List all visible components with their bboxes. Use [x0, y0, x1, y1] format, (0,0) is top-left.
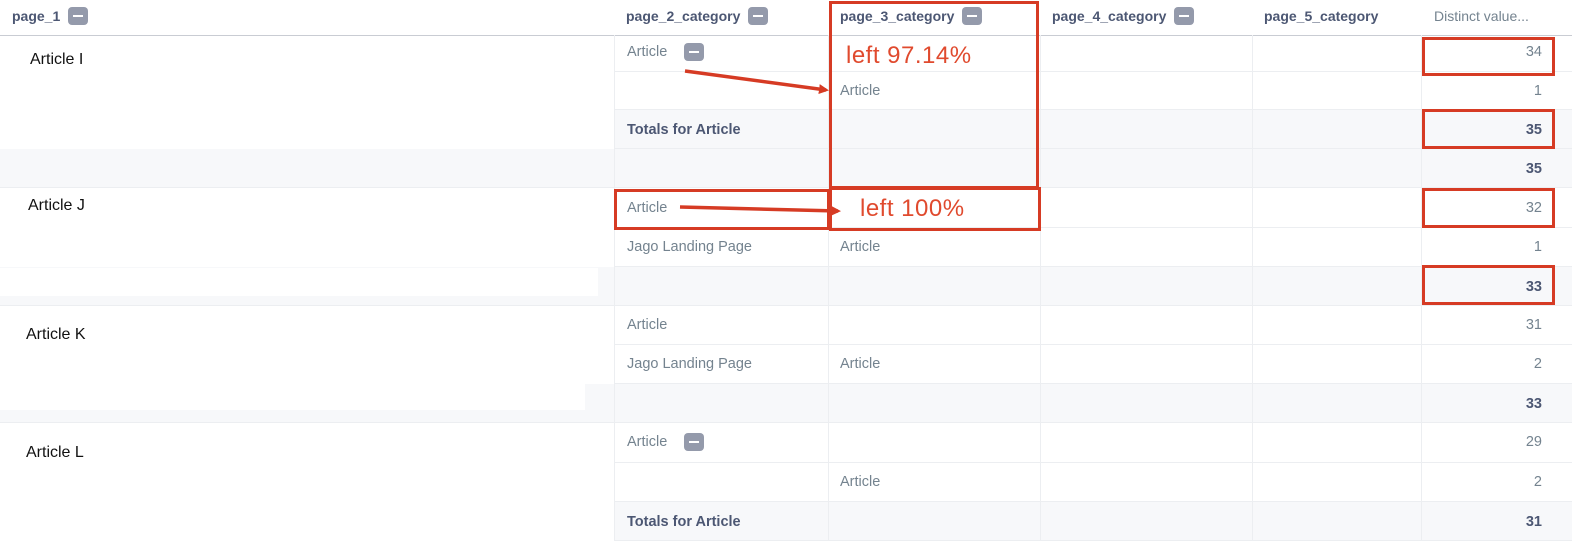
arrow-icon — [684, 69, 829, 95]
arrow-icon — [679, 205, 841, 216]
annotation-arrows — [679, 69, 841, 216]
